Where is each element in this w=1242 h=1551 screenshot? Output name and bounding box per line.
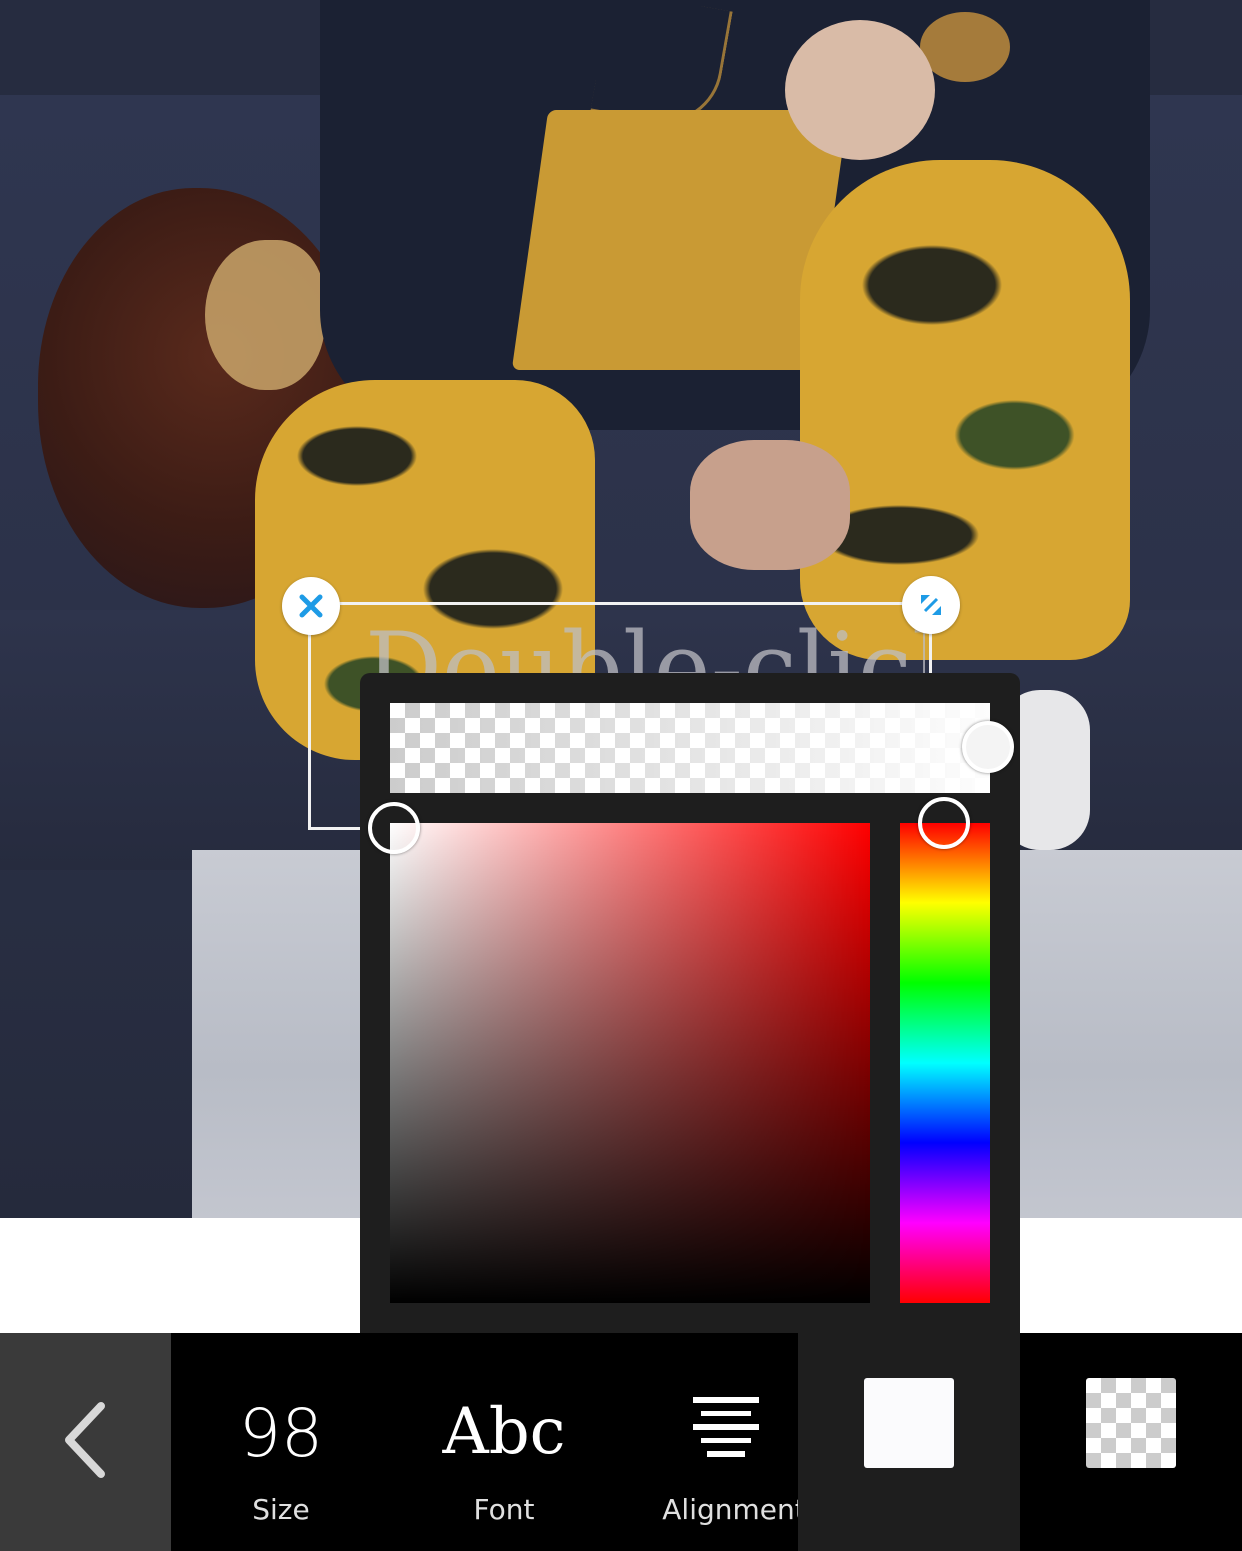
font-tool[interactable]: Abc Font [404, 1333, 604, 1551]
saturation-value-knob[interactable] [368, 802, 420, 854]
size-value: 98 [239, 1395, 323, 1472]
photo-hand-lower [690, 440, 850, 570]
text-color-swatch[interactable] [864, 1378, 954, 1468]
opacity-slider-knob[interactable] [962, 721, 1014, 773]
font-sample: Abc [442, 1395, 566, 1469]
photo-camo-leg-right [800, 160, 1130, 660]
bottom-toolbar: 98 Size Abc Font Alignment [0, 1333, 1242, 1551]
delete-text-button[interactable] [282, 577, 340, 635]
alignment-label: Alignment [662, 1493, 806, 1526]
resize-icon [918, 592, 944, 618]
close-icon [298, 593, 324, 619]
text-box-content[interactable]: Double-click [365, 608, 925, 674]
hue-slider[interactable] [900, 823, 990, 1303]
chevron-left-icon [61, 1400, 111, 1484]
saturation-value-area[interactable] [390, 823, 870, 1303]
opacity-slider[interactable] [390, 703, 990, 793]
size-tool[interactable]: 98 Size [181, 1333, 381, 1551]
back-button[interactable] [0, 1333, 171, 1551]
size-label: Size [252, 1493, 310, 1526]
photo-watch [920, 12, 1010, 82]
hue-slider-knob[interactable] [918, 797, 970, 849]
photo-hand [785, 20, 935, 160]
alignment-tool[interactable]: Alignment [626, 1333, 826, 1551]
resize-text-handle[interactable] [902, 576, 960, 634]
photo-pillow-logo [205, 240, 325, 390]
background-color-swatch[interactable] [1086, 1378, 1176, 1468]
font-label: Font [473, 1493, 535, 1526]
photo-overalls-bib [511, 110, 849, 370]
align-center-icon [626, 1383, 826, 1473]
